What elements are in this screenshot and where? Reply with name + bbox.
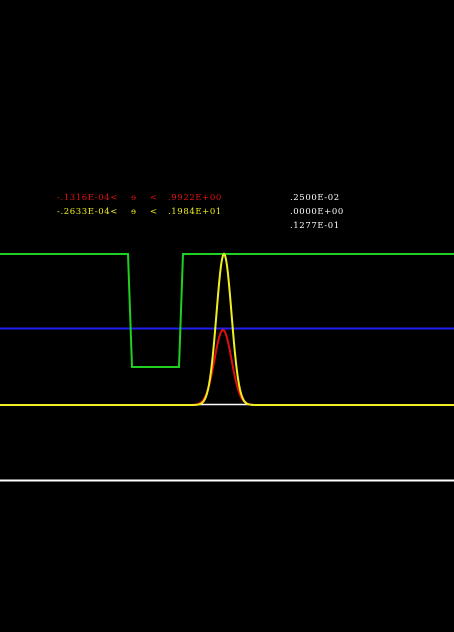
- red-density-curve: [0, 328, 454, 406]
- simulation-display: -.1316E-04< ɘ < .9922E+00 -.2633E-04< ɘ …: [0, 0, 454, 632]
- wave-plot: [0, 252, 454, 482]
